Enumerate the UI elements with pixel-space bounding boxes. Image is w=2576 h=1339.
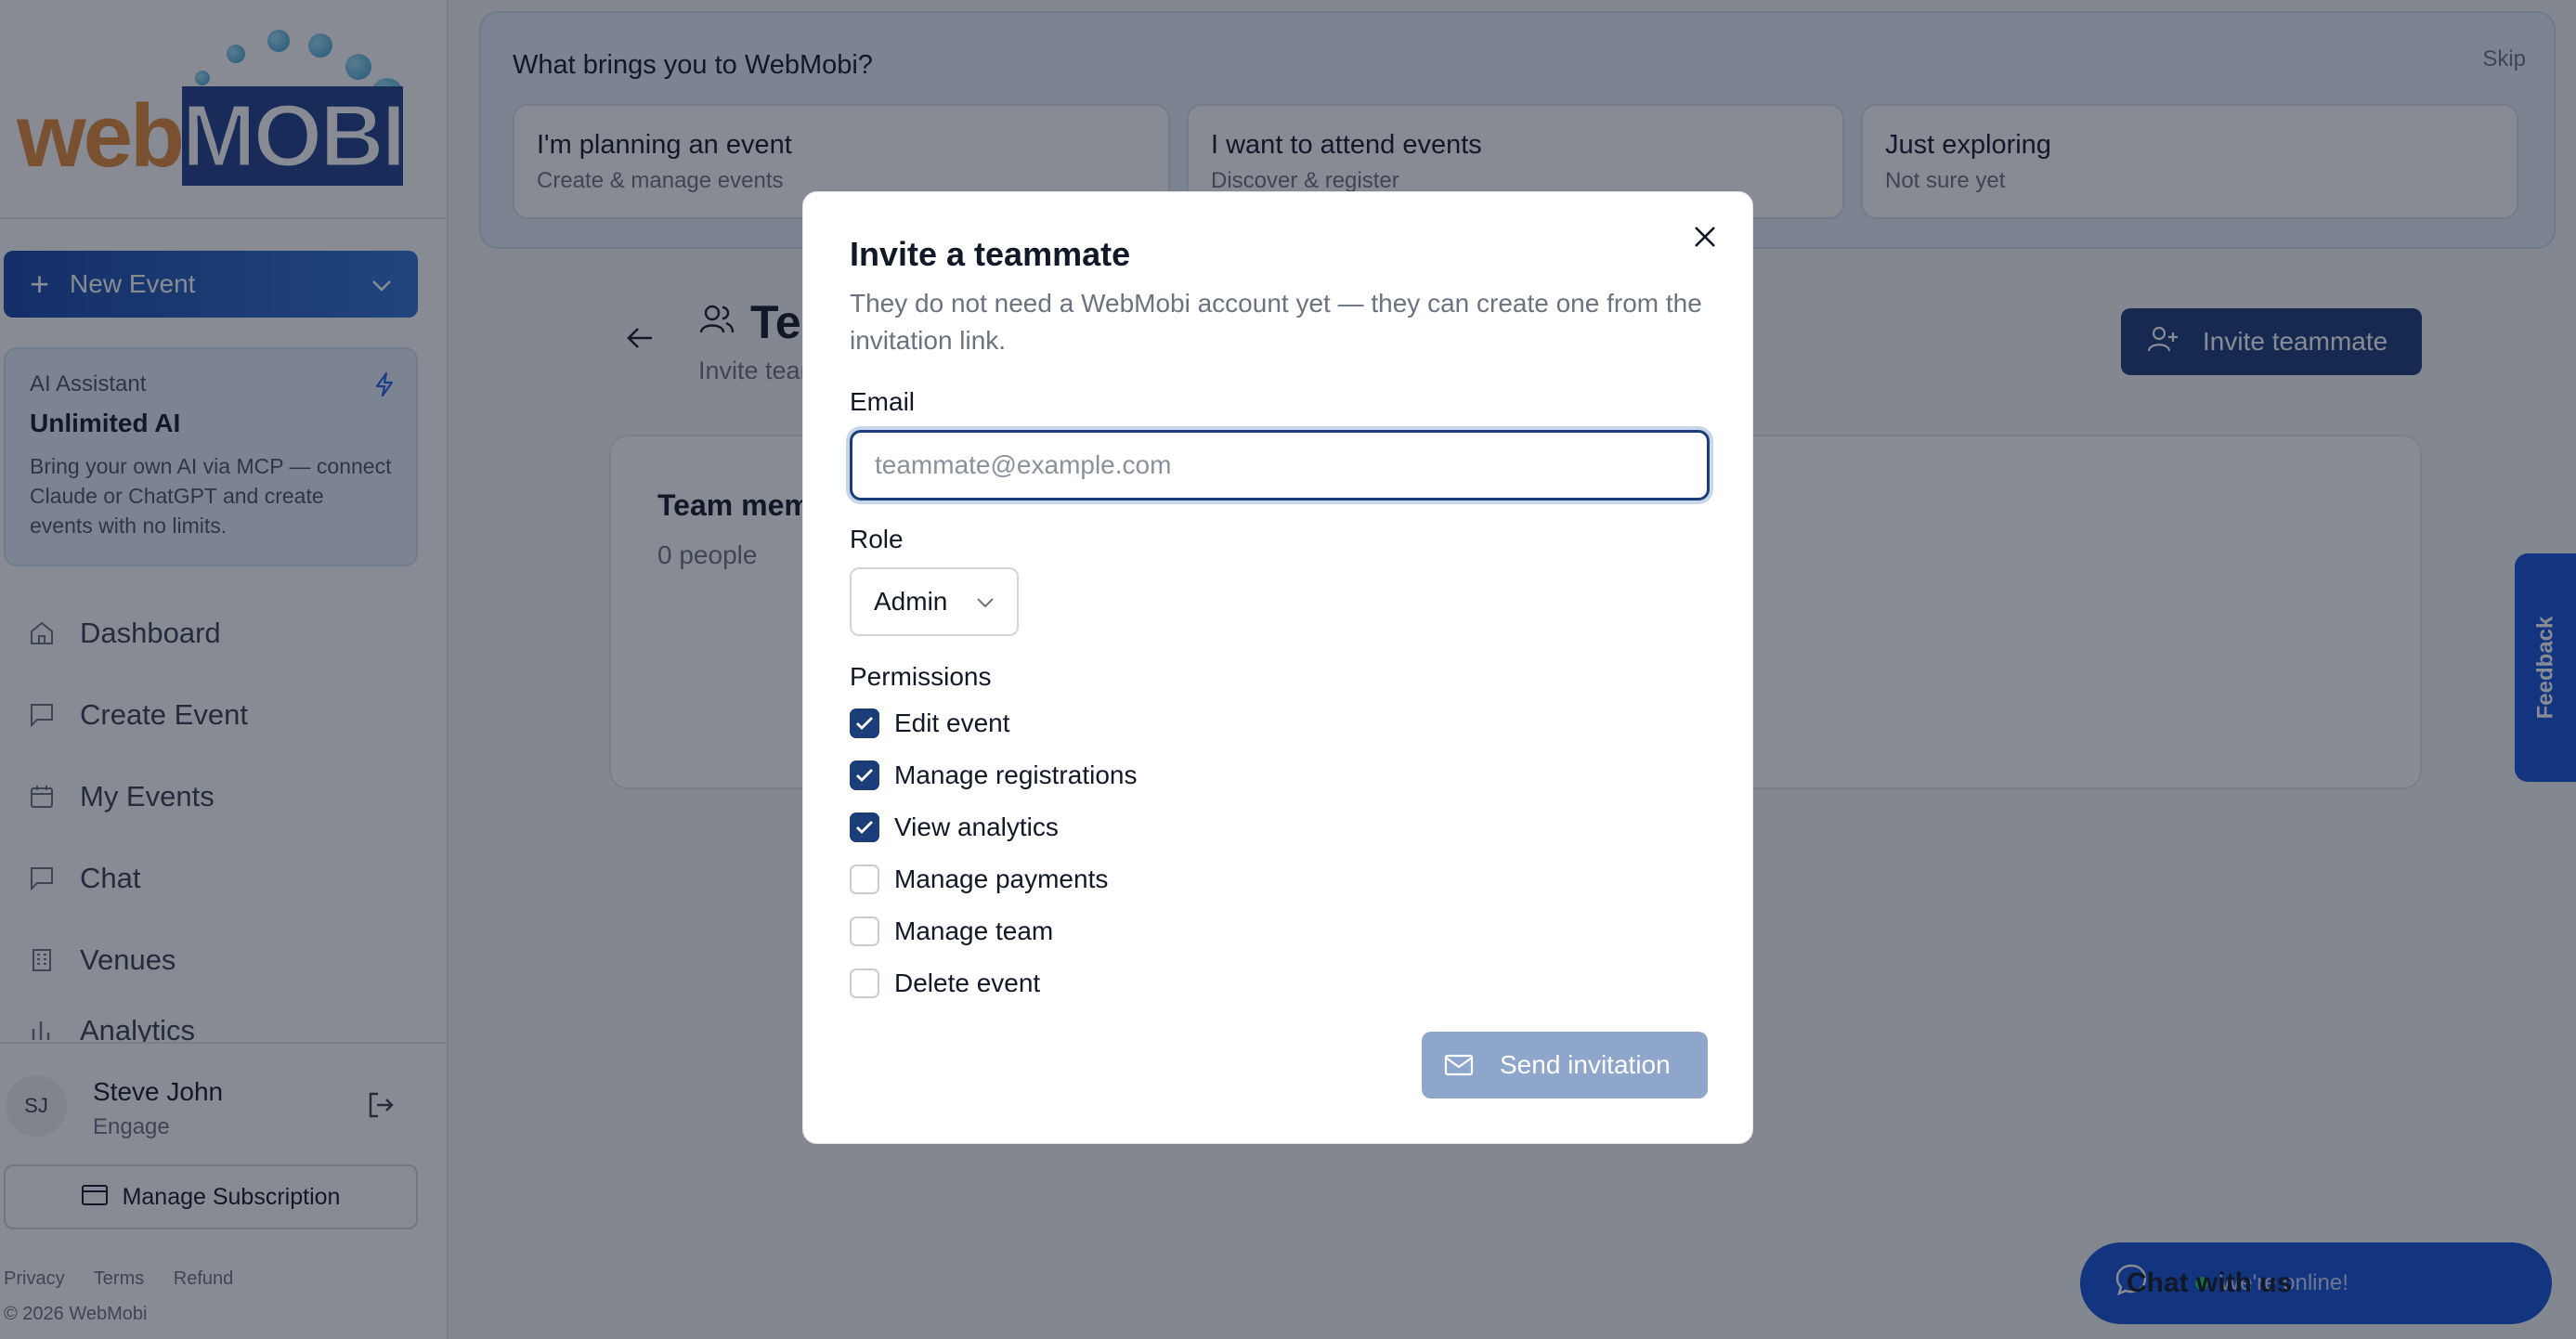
send-invitation-button[interactable]: Send invitation [1422, 1032, 1708, 1098]
invite-teammate-dialog: Invite a teammate They do not need a Web… [802, 191, 1753, 1144]
close-icon[interactable] [1693, 218, 1717, 258]
permission-edit-event[interactable]: Edit event [850, 705, 1010, 742]
checkbox-checked[interactable] [850, 760, 879, 790]
email-field[interactable] [850, 430, 1710, 500]
role-select[interactable]: Admin [850, 567, 1019, 636]
permission-label: Delete event [894, 968, 1041, 997]
permission-manage-payments[interactable]: Manage payments [850, 861, 1108, 898]
checkbox-unchecked[interactable] [850, 916, 879, 946]
permission-delete-event[interactable]: Delete event [850, 965, 1040, 1002]
checkbox-unchecked[interactable] [850, 864, 879, 894]
checkbox-checked[interactable] [850, 812, 879, 842]
permission-label: Manage registrations [894, 760, 1138, 789]
permission-manage-team[interactable]: Manage team [850, 913, 1053, 950]
checkbox-unchecked[interactable] [850, 968, 879, 998]
permission-label: View analytics [894, 812, 1059, 841]
permission-label: Manage payments [894, 864, 1109, 893]
checkbox-checked[interactable] [850, 708, 879, 738]
send-invitation-label: Send invitation [1500, 1050, 1671, 1079]
role-label: Role [850, 525, 904, 553]
role-value: Admin [874, 587, 948, 616]
permissions-label: Permissions [850, 662, 992, 691]
permission-manage-registrations[interactable]: Manage registrations [850, 757, 1137, 794]
chevron-down-icon [976, 590, 995, 614]
email-label: Email [850, 387, 916, 416]
permission-label: Manage team [894, 916, 1054, 945]
dialog-title: Invite a teammate [850, 235, 1131, 273]
dialog-description: They do not need a WebMobi account yet —… [850, 289, 1702, 355]
permission-label: Edit event [894, 708, 1010, 737]
mail-icon [1444, 1054, 1474, 1076]
permission-view-analytics[interactable]: View analytics [850, 809, 1059, 846]
